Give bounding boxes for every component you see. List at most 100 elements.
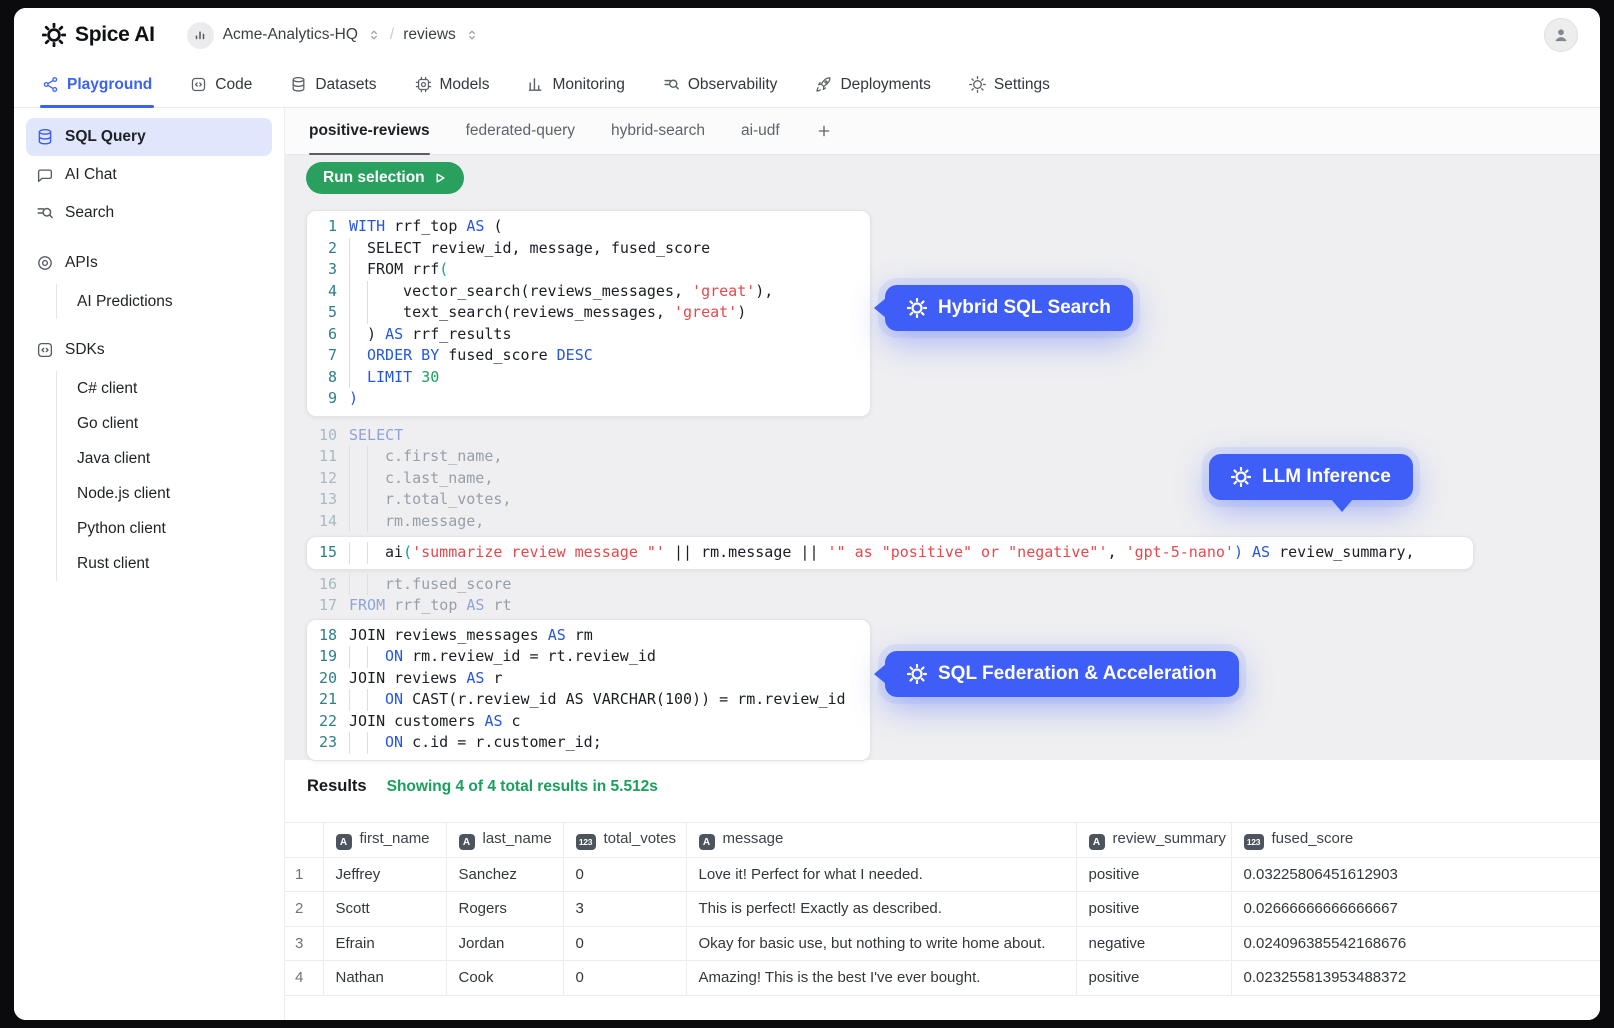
indent-guide: [367, 302, 385, 324]
code-token: c: [503, 711, 521, 733]
run-selection-button[interactable]: Run selection: [306, 162, 464, 194]
playground-icon: [42, 76, 59, 93]
code-line-9[interactable]: 9): [307, 388, 870, 410]
code-section-dim[interactable]: 16rt.fused_score17FROM rrf_top AS rt: [306, 572, 1474, 619]
llm-inference-badge: LLM Inference: [1209, 454, 1413, 500]
nav-item-deployments[interactable]: Deployments: [815, 62, 930, 107]
code-token: '" as "positive" or "negative"': [828, 542, 1108, 564]
sidebar-item-python-client[interactable]: Python client: [73, 511, 272, 546]
spice-ai-logo[interactable]: Spice AI: [42, 23, 155, 47]
nav-item-label: Code: [215, 76, 252, 94]
column-label: total_votes: [604, 830, 677, 847]
database-icon: [290, 76, 307, 93]
nav-item-models[interactable]: Models: [415, 62, 490, 107]
sidebar-item-rust-client[interactable]: Rust client: [73, 546, 272, 581]
results-table: Afirst_nameAlast_name123total_votesAmess…: [285, 822, 1600, 996]
query-tab-positive-reviews[interactable]: positive-reviews: [309, 108, 430, 154]
sidebar-group-apis: AI Predictions: [56, 284, 272, 319]
code-token: 30: [421, 367, 439, 389]
query-tab-ai-udf[interactable]: ai-udf: [741, 108, 780, 154]
row-number-cell: 3: [285, 926, 323, 961]
nav-item-observability[interactable]: Observability: [663, 62, 778, 107]
user-avatar[interactable]: [1544, 18, 1578, 52]
code-token: 'summarize review message "': [412, 542, 665, 564]
indent-guide: [367, 646, 385, 668]
code-line-17[interactable]: 17FROM rrf_top AS rt: [307, 595, 1473, 617]
row-number-cell: 4: [285, 961, 323, 996]
code-line-20[interactable]: 20JOIN reviews AS r: [307, 668, 870, 690]
nav-item-settings[interactable]: Settings: [969, 62, 1050, 107]
new-tab-button[interactable]: [816, 108, 832, 154]
code-token: 'gpt-5-nano': [1126, 542, 1234, 564]
code-token: LIMIT: [367, 367, 412, 389]
code-token: vector_search(reviews_messages,: [385, 281, 692, 303]
line-number: 19: [307, 646, 337, 668]
indent-guide: [349, 367, 367, 389]
code-line-16[interactable]: 16rt.fused_score: [307, 574, 1473, 596]
code-line-14[interactable]: 14rm.message,: [307, 511, 1473, 533]
column-type-icon: A: [336, 834, 352, 850]
sidebar-item-label: AI Chat: [65, 166, 117, 184]
code-line-23[interactable]: 23ON c.id = r.customer_id;: [307, 732, 870, 754]
code-line-5[interactable]: 5 text_search(reviews_messages, 'great'): [307, 302, 870, 324]
code-token: ON: [385, 689, 403, 711]
cell-review-summary: positive: [1076, 892, 1231, 927]
code-line-10[interactable]: 10SELECT: [307, 425, 1473, 447]
code-section-pill[interactable]: 15ai('summarize review message "' || rm.…: [306, 536, 1474, 570]
line-number: 15: [307, 542, 337, 564]
project-selector-icon[interactable]: [465, 28, 479, 42]
sidebar: SQL Query AI Chat Search APIs AI Predictions…: [14, 108, 284, 1020]
sidebar-item-c-client[interactable]: C# client: [73, 371, 272, 406]
sidebar-item-sdks[interactable]: SDKs: [26, 331, 272, 369]
sidebar-item-sql-query[interactable]: SQL Query: [26, 118, 272, 156]
sidebar-item-search[interactable]: Search: [26, 194, 272, 232]
code-token: c.id = r.customer_id;: [403, 732, 602, 754]
column-label: last_name: [483, 830, 552, 847]
sidebar-item-node-js-client[interactable]: Node.js client: [73, 476, 272, 511]
sidebar-item-go-client[interactable]: Go client: [73, 406, 272, 441]
code-line-19[interactable]: 19ON rm.review_id = rt.review_id: [307, 646, 870, 668]
sidebar-item-apis[interactable]: APIs: [26, 244, 272, 282]
nav-item-datasets[interactable]: Datasets: [290, 62, 376, 107]
code-token: ON: [385, 646, 403, 668]
project-name[interactable]: reviews: [403, 26, 456, 44]
org-selector-icon[interactable]: [367, 28, 381, 42]
sidebar-group-sdks: C# clientGo clientJava clientNode.js cli…: [56, 371, 272, 581]
query-tab-hybrid-search[interactable]: hybrid-search: [611, 108, 705, 154]
code-token: ): [737, 302, 746, 324]
code-line-7[interactable]: 7ORDER BY fused_score DESC: [307, 345, 870, 367]
code-line-3[interactable]: 3FROM rrf(: [307, 259, 870, 281]
code-token: SELECT: [349, 425, 403, 447]
code-line-15[interactable]: 15ai('summarize review message "' || rm.…: [307, 542, 1473, 564]
code-line-2[interactable]: 2SELECT review_id, message, fused_score: [307, 238, 870, 260]
query-tab-federated-query[interactable]: federated-query: [466, 108, 575, 154]
cell-first-name: Scott: [323, 892, 446, 927]
sidebar-item-ai-predictions[interactable]: AI Predictions: [73, 284, 272, 319]
code-line-18[interactable]: 18JOIN reviews_messages AS rm: [307, 625, 870, 647]
column-header-last-name: Alast_name: [446, 823, 563, 858]
code-section-box[interactable]: 1WITH rrf_top AS (2SELECT review_id, mes…: [306, 210, 871, 417]
code-token: ORDER BY: [367, 345, 439, 367]
code-line-1[interactable]: 1WITH rrf_top AS (: [307, 216, 870, 238]
nav-item-monitoring[interactable]: Monitoring: [527, 62, 624, 107]
code-line-21[interactable]: 21ON CAST(r.review_id AS VARCHAR(100)) =…: [307, 689, 870, 711]
sidebar-item-label: AI Predictions: [77, 293, 173, 311]
org-name[interactable]: Acme-Analytics-HQ: [223, 26, 358, 44]
line-number: 18: [307, 625, 337, 647]
code-token: CAST(r.review_id AS VARCHAR(100)) = rm.r…: [403, 689, 846, 711]
sidebar-item-ai-chat[interactable]: AI Chat: [26, 156, 272, 194]
sidebar-item-java-client[interactable]: Java client: [73, 441, 272, 476]
code-line-6[interactable]: 6) AS rrf_results: [307, 324, 870, 346]
nav-item-code[interactable]: Code: [190, 62, 252, 107]
code-token: DESC: [557, 345, 593, 367]
code-line-8[interactable]: 8LIMIT 30: [307, 367, 870, 389]
code-section-box[interactable]: 18JOIN reviews_messages AS rm19ON rm.rev…: [306, 619, 871, 761]
code-line-22[interactable]: 22JOIN customers AS c: [307, 711, 870, 733]
nav-item-playground[interactable]: Playground: [42, 62, 152, 107]
indent-guide: [349, 574, 367, 596]
code-line-4[interactable]: 4 vector_search(reviews_messages, 'great…: [307, 281, 870, 303]
column-label: first_name: [360, 830, 430, 847]
code-token: rrf_results: [403, 324, 511, 346]
column-header-fused-score: 123fused_score: [1231, 823, 1600, 858]
row-number-cell: 1: [285, 857, 323, 892]
